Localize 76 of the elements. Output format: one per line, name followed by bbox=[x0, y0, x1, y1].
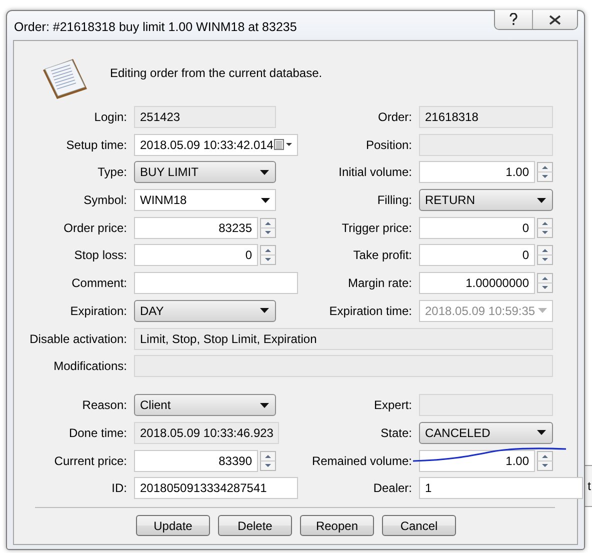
field-label: Position: bbox=[366, 138, 413, 152]
dropdown[interactable]: Client bbox=[134, 394, 276, 416]
read-only-field: 2018.05.09 10:33:46.923 bbox=[134, 422, 280, 444]
field-label: State: bbox=[380, 426, 413, 440]
field-label: Symbol: bbox=[84, 193, 128, 208]
help-icon bbox=[509, 13, 518, 26]
field-label: Current price: bbox=[54, 454, 128, 468]
field-label: Expert: bbox=[374, 398, 413, 412]
spinner-icon[interactable] bbox=[260, 450, 276, 471]
close-button[interactable] bbox=[532, 10, 577, 29]
dropdown-arrow-icon bbox=[261, 198, 270, 203]
dropdown-arrow-icon bbox=[260, 170, 269, 175]
field-label: Dealer: bbox=[373, 481, 413, 496]
field-label: Take profit: bbox=[353, 248, 413, 262]
field-label: Type: bbox=[98, 165, 128, 180]
input-field[interactable]: 2018050913334287541 bbox=[134, 477, 298, 500]
field-label: Order price: bbox=[64, 220, 128, 235]
field-label: Trigger price: bbox=[342, 220, 413, 235]
number-field[interactable]: 1.00000000 bbox=[419, 272, 535, 294]
dialog-button[interactable]: Reopen bbox=[300, 515, 374, 536]
number-field[interactable]: 0 bbox=[419, 216, 535, 239]
number-field[interactable]: 1.00 bbox=[419, 450, 535, 472]
spinner-icon[interactable] bbox=[537, 450, 553, 471]
field-label: Login: bbox=[94, 110, 128, 124]
background-text: t bbox=[588, 479, 592, 493]
number-field[interactable]: 83390 bbox=[134, 450, 258, 472]
spinner-icon[interactable] bbox=[260, 218, 276, 238]
window-title: Order: #21618318 buy limit 1.00 WINM18 at 83235 bbox=[13, 19, 297, 34]
spinner-icon[interactable] bbox=[537, 162, 553, 182]
dropdown[interactable]: CANCELED bbox=[419, 422, 553, 444]
field-label: Initial volume: bbox=[338, 165, 413, 180]
spinner-icon[interactable] bbox=[537, 245, 553, 266]
input-field[interactable] bbox=[134, 272, 298, 294]
dialog-button[interactable]: Cancel bbox=[382, 515, 456, 536]
date-field[interactable]: 2018.05.09 10:33:42.014 bbox=[134, 134, 298, 156]
dropdown-arrow-icon bbox=[538, 308, 547, 314]
number-field[interactable]: 83235 bbox=[134, 216, 258, 239]
field-label: Comment: bbox=[72, 276, 128, 290]
number-field[interactable]: 0 bbox=[419, 244, 535, 266]
help-button[interactable] bbox=[495, 10, 532, 29]
field-label: Filling: bbox=[377, 193, 413, 208]
calendar-icon[interactable] bbox=[274, 139, 292, 150]
dialog-button[interactable]: Update bbox=[136, 515, 210, 536]
input-field[interactable]: 1 bbox=[419, 477, 583, 500]
read-only-field: Limit, Stop, Stop Limit, Expiration bbox=[134, 328, 553, 350]
dropdown[interactable]: BUY LIMIT bbox=[134, 161, 276, 184]
dropdown-arrow-icon bbox=[537, 430, 546, 436]
dropdown-arrow-icon bbox=[260, 402, 269, 408]
dropdown-arrow-icon bbox=[260, 308, 269, 314]
document-icon bbox=[40, 56, 90, 100]
dropdown[interactable]: DAY bbox=[134, 300, 276, 322]
field-label: Order: bbox=[378, 110, 413, 124]
field-label: Disable activation: bbox=[30, 332, 128, 346]
read-only-field: 21618318 bbox=[419, 106, 553, 128]
dialog-button[interactable]: Delete bbox=[218, 515, 292, 536]
dropdown-arrow-icon bbox=[537, 198, 546, 203]
field-label: Done time: bbox=[68, 426, 128, 440]
spinner-icon[interactable] bbox=[260, 245, 276, 266]
spinner-icon[interactable] bbox=[537, 218, 553, 238]
combo-box[interactable]: WINM18 bbox=[134, 189, 276, 212]
number-field[interactable]: 1.00 bbox=[419, 161, 535, 184]
field-label: Stop loss: bbox=[74, 248, 128, 262]
field-label: Modifications: bbox=[54, 359, 128, 374]
dropdown[interactable]: RETURN bbox=[419, 189, 553, 212]
field-label: Margin rate: bbox=[348, 276, 413, 290]
read-only-field: 251423 bbox=[134, 106, 276, 128]
number-field[interactable]: 0 bbox=[134, 244, 258, 266]
spinner-icon[interactable] bbox=[537, 273, 553, 294]
field-label: Setup time: bbox=[66, 138, 128, 152]
field-label: Expiration: bbox=[70, 304, 128, 318]
close-icon bbox=[549, 14, 561, 24]
field-label: Expiration time: bbox=[329, 304, 413, 318]
field-label: ID: bbox=[112, 481, 128, 496]
info-message: Editing order from the current database. bbox=[110, 66, 322, 80]
field-label: Reason: bbox=[82, 398, 128, 412]
field-label: Remained volume: bbox=[312, 454, 413, 468]
